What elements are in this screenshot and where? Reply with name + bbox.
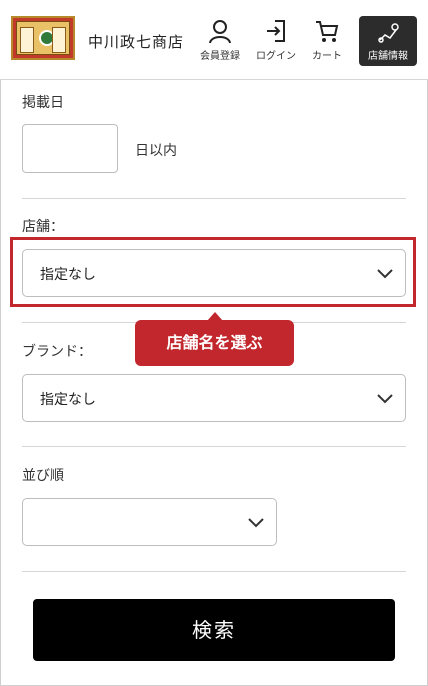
logo-tile-right [52, 27, 66, 53]
brand-select[interactable]: 指定なし [22, 374, 406, 422]
date-label: 掲載日 [22, 95, 64, 111]
brand-label: ブランド： [22, 344, 92, 360]
divider [22, 446, 406, 447]
register-label: 会員登録 [200, 51, 240, 62]
cart-label: カート [312, 51, 342, 62]
login-nav-button[interactable]: ログイン [251, 18, 301, 64]
brand-select-value: 指定なし [40, 392, 96, 408]
chevron-down-icon [377, 394, 393, 404]
store-label: 店舗： [22, 219, 64, 235]
register-nav-button[interactable]: 会員登録 [195, 18, 245, 64]
chevron-down-icon [248, 518, 264, 528]
annotation-callout: 店舗名を選ぶ [135, 312, 294, 366]
brand-name[interactable]: 中川政七商店 [88, 31, 184, 52]
login-label: ログイン [256, 51, 296, 62]
store-highlight-box [10, 237, 416, 307]
cart-nav-button[interactable]: カート [302, 18, 352, 64]
divider [22, 571, 406, 572]
days-input[interactable] [22, 124, 118, 173]
logo-emblem [16, 21, 70, 55]
search-button[interactable]: 検索 [33, 599, 395, 661]
sort-select[interactable] [22, 498, 277, 546]
store-info-label: 店舗情報 [368, 51, 408, 62]
days-suffix: 日以内 [135, 143, 177, 159]
logo-tile-left [20, 27, 34, 53]
login-icon [267, 20, 285, 42]
divider [22, 198, 406, 199]
person-icon [209, 20, 231, 44]
sort-label: 並び順 [22, 468, 64, 484]
site-header: 中川政七商店 会員登録 ログイン カート 店舗情報 [0, 0, 428, 80]
cart-icon [316, 21, 339, 42]
brand-logo[interactable] [11, 16, 75, 60]
store-info-button[interactable]: 店舗情報 [359, 16, 417, 66]
map-pin-icon [378, 23, 399, 43]
